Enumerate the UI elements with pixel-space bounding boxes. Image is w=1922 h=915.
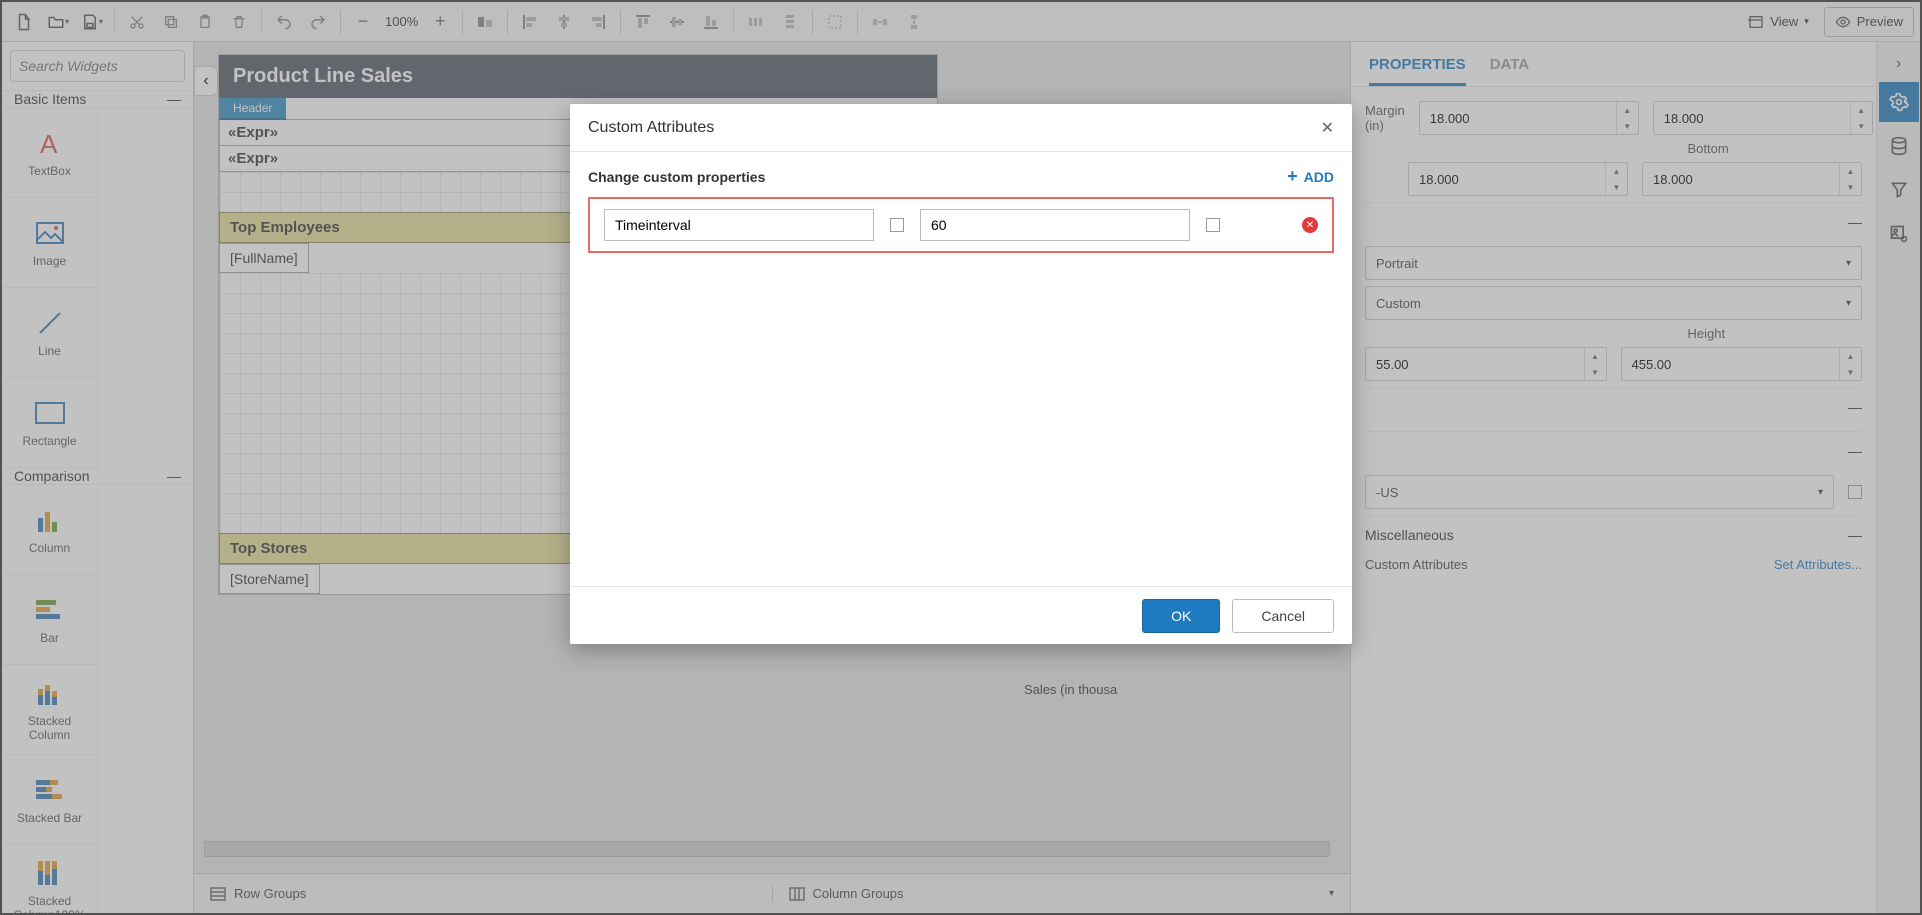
close-icon[interactable]: ✕ (1321, 118, 1334, 138)
delete-row-icon[interactable]: ✕ (1302, 217, 1318, 233)
attribute-key-input[interactable] (604, 209, 874, 241)
attribute-checkbox-1[interactable] (890, 218, 904, 232)
dialog-subtitle: Change custom properties (588, 169, 765, 185)
custom-attributes-dialog: Custom Attributes ✕ Change custom proper… (570, 104, 1352, 644)
cancel-button[interactable]: Cancel (1232, 599, 1334, 633)
dialog-title: Custom Attributes (588, 119, 714, 137)
attribute-value-input[interactable] (920, 209, 1190, 241)
attribute-row: ✕ (588, 197, 1334, 253)
ok-button[interactable]: OK (1142, 599, 1220, 633)
modal-overlay: Custom Attributes ✕ Change custom proper… (0, 0, 1922, 915)
attribute-checkbox-2[interactable] (1206, 218, 1220, 232)
add-attribute-button[interactable]: + ADD (1287, 166, 1334, 187)
